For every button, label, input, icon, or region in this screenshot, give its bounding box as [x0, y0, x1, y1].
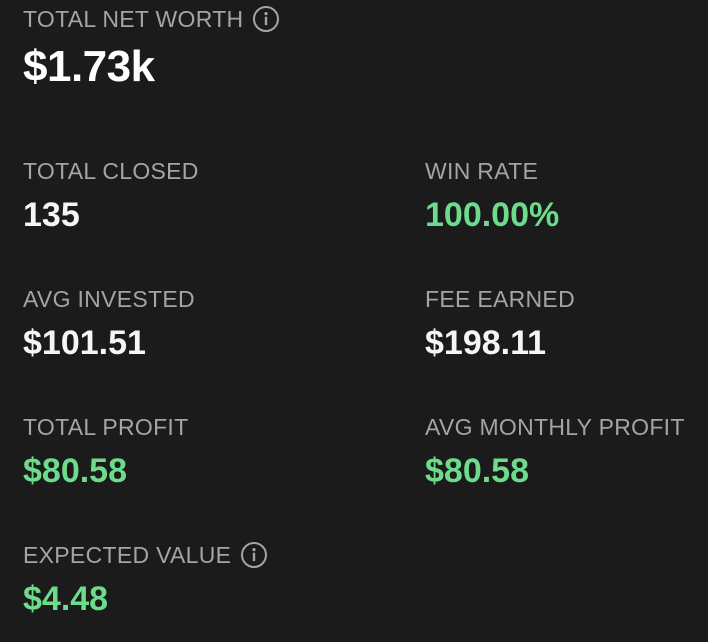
avg-monthly-profit-value: $80.58	[425, 452, 529, 490]
avg-invested-value: $101.51	[23, 324, 146, 362]
net-worth-label-row: TOTAL NET WORTH	[23, 4, 280, 34]
avg-invested-label: AVG INVESTED	[23, 285, 195, 312]
stat-expected-value: EXPECTED VALUE $4.48	[23, 540, 323, 619]
fee-earned-label: FEE EARNED	[425, 285, 575, 312]
stat-win-rate: WIN RATE 100.00%	[425, 156, 708, 235]
fee-earned-value: $198.11	[425, 324, 547, 362]
info-icon[interactable]	[240, 541, 268, 569]
total-closed-value: 135	[23, 196, 80, 234]
stat-avg-monthly-profit: AVG MONTHLY PROFIT $80.58	[425, 412, 708, 491]
total-closed-label: TOTAL CLOSED	[23, 157, 199, 184]
net-worth-section: TOTAL NET WORTH $1.73k	[23, 4, 280, 92]
avg-monthly-profit-label: AVG MONTHLY PROFIT	[425, 413, 685, 440]
net-worth-label: TOTAL NET WORTH	[23, 5, 244, 32]
stat-fee-earned: FEE EARNED $198.11	[425, 284, 708, 363]
expected-value-label: EXPECTED VALUE	[23, 541, 232, 568]
stat-total-closed: TOTAL CLOSED 135	[23, 156, 323, 235]
expected-value-value: $4.48	[23, 580, 109, 618]
stat-avg-invested: AVG INVESTED $101.51	[23, 284, 323, 363]
total-profit-value: $80.58	[23, 452, 127, 490]
win-rate-label: WIN RATE	[425, 157, 539, 184]
info-icon[interactable]	[252, 5, 280, 33]
net-worth-value: $1.73k	[23, 42, 155, 91]
stat-total-profit: TOTAL PROFIT $80.58	[23, 412, 323, 491]
total-profit-label: TOTAL PROFIT	[23, 413, 189, 440]
win-rate-value: 100.00%	[425, 196, 560, 234]
stats-panel: TOTAL NET WORTH $1.73k TOTAL CLOSED 135 …	[0, 0, 708, 642]
